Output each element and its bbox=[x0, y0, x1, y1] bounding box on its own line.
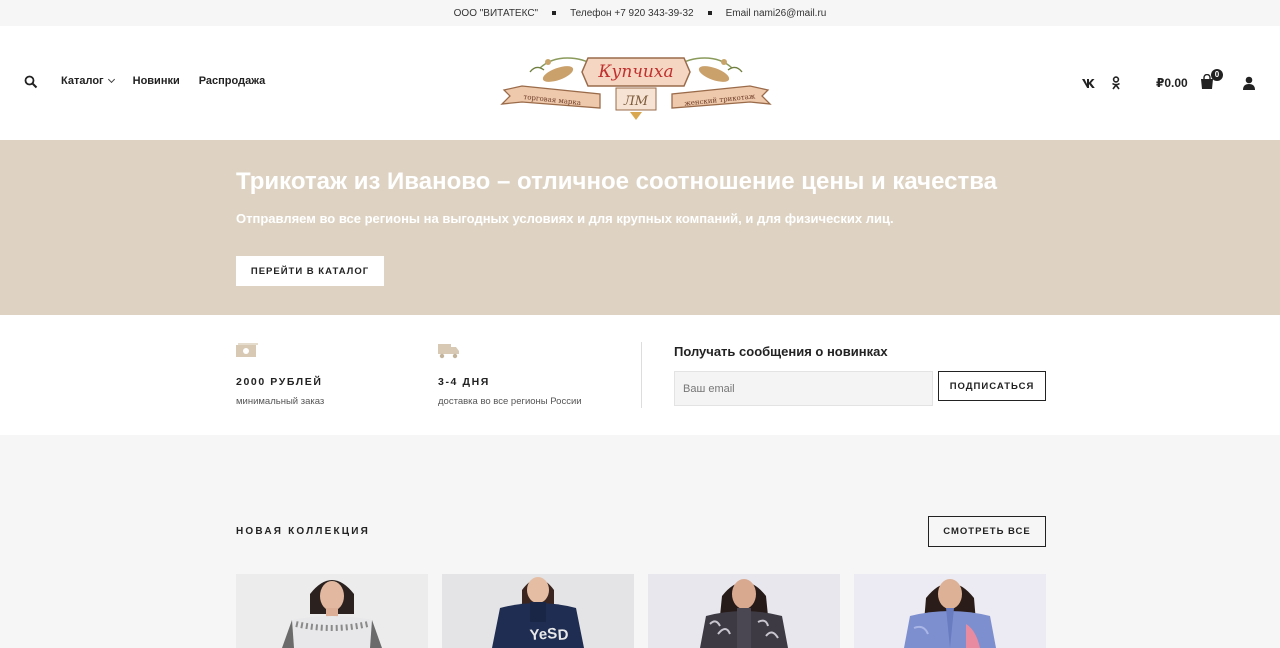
product-card[interactable] bbox=[236, 574, 428, 648]
nav-sale-label: Распродажа bbox=[198, 75, 266, 87]
hero-title: Трикотаж из Иваново – отличное соотношен… bbox=[236, 168, 998, 195]
nav-catalog[interactable]: Каталог bbox=[61, 75, 115, 87]
vk-icon[interactable] bbox=[1082, 78, 1096, 88]
logo-monogram: ЛМ bbox=[623, 94, 649, 109]
divider bbox=[641, 342, 642, 408]
section-title: НОВАЯ КОЛЛЕКЦИЯ bbox=[236, 526, 371, 537]
hero-subtitle: Отправляем во все регионы на выгодных ус… bbox=[236, 211, 894, 226]
feature-min-order: 2000 РУБЛЕЙ минимальный заказ bbox=[236, 343, 324, 407]
feature-title: 2000 РУБЛЕЙ bbox=[236, 376, 323, 388]
search-icon[interactable] bbox=[24, 75, 38, 89]
cart-count-badge: 0 bbox=[1211, 69, 1223, 81]
nav-catalog-label: Каталог bbox=[61, 75, 104, 87]
nav-new-label: Новинки bbox=[132, 75, 180, 87]
features-strip: 2000 РУБЛЕЙ минимальный заказ 3-4 ДНЯ до… bbox=[0, 315, 1280, 435]
svg-text:D: D bbox=[557, 626, 569, 644]
phone-text: Телефон +7 920 343-39-32 bbox=[570, 7, 694, 19]
product-image bbox=[236, 574, 428, 648]
email-field[interactable] bbox=[674, 371, 933, 406]
brand-logo[interactable]: Купчиха торговая марка женский трикотаж … bbox=[500, 46, 772, 121]
chevron-down-icon bbox=[107, 75, 115, 84]
money-icon bbox=[236, 343, 258, 357]
separator-dot bbox=[707, 11, 712, 15]
company-name: ООО "ВИТАТЕКС" bbox=[453, 7, 539, 19]
product-image: YeS D bbox=[442, 574, 634, 648]
separator-dot bbox=[552, 11, 557, 15]
product-image bbox=[854, 574, 1046, 648]
email-text: Email nami26@mail.ru bbox=[725, 7, 827, 19]
logo-text: Купчиха bbox=[597, 62, 673, 82]
feature-desc: минимальный заказ bbox=[236, 396, 325, 407]
feature-delivery: 3-4 ДНЯ доставка во все регионы России bbox=[438, 343, 582, 407]
user-icon[interactable] bbox=[1242, 76, 1256, 90]
product-image bbox=[648, 574, 840, 648]
svg-text:YeS: YeS bbox=[529, 625, 558, 644]
main-nav: Каталог Новинки Распродажа bbox=[61, 75, 284, 87]
site-header: Каталог Новинки Распродажа Купчиха торго… bbox=[0, 26, 1280, 140]
subscribe-button[interactable]: ПОДПИСАТЬСЯ bbox=[938, 371, 1046, 401]
odnoklassniki-icon[interactable] bbox=[1111, 76, 1121, 90]
hero-banner: Трикотаж из Иваново – отличное соотношен… bbox=[0, 140, 1280, 315]
nav-sale[interactable]: Распродажа bbox=[199, 75, 266, 87]
cart-total[interactable]: ₽0.00 bbox=[1156, 76, 1188, 90]
top-info-bar: ООО "ВИТАТЕКС" Телефон +7 920 343-39-32 … bbox=[0, 0, 1280, 26]
subscribe-title: Получать сообщения о новинках bbox=[674, 344, 888, 359]
feature-desc: доставка во все регионы России bbox=[438, 396, 582, 407]
product-card[interactable]: YeS D bbox=[442, 574, 634, 648]
truck-icon bbox=[438, 344, 459, 359]
product-card[interactable] bbox=[648, 574, 840, 648]
see-all-button[interactable]: СМОТРЕТЬ ВСЕ bbox=[928, 516, 1046, 547]
product-card[interactable] bbox=[854, 574, 1046, 648]
go-to-catalog-button[interactable]: ПЕРЕЙТИ В КАТАЛОГ bbox=[236, 256, 384, 286]
feature-title: 3-4 ДНЯ bbox=[438, 376, 490, 388]
nav-new[interactable]: Новинки bbox=[133, 75, 180, 87]
social-links bbox=[1082, 76, 1121, 90]
